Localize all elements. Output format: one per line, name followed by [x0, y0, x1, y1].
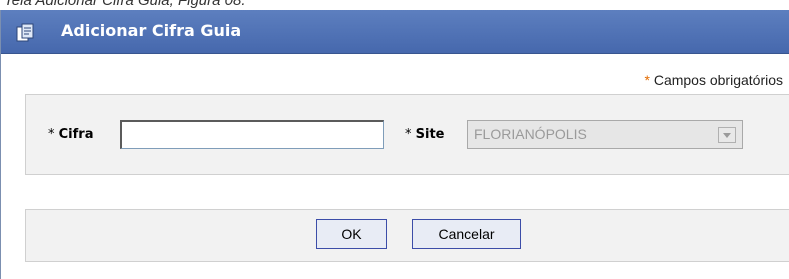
- site-label: * Site: [405, 127, 445, 142]
- required-fields-note: * Campos obrigatórios: [644, 72, 783, 88]
- site-label-text: Site: [415, 127, 445, 142]
- chevron-down-icon[interactable]: [718, 127, 736, 143]
- cifra-label: * Cifra: [48, 127, 93, 142]
- caption-text: Tela Adicionar Cifra Guia, Figura 08.: [4, 0, 246, 9]
- cifra-required-star: *: [48, 127, 55, 142]
- required-fields-text: Campos obrigatórios: [653, 72, 783, 88]
- cifra-label-text: Cifra: [58, 127, 94, 142]
- cancel-button[interactable]: Cancelar: [412, 219, 521, 249]
- site-selected-value: FLORIANÓPOLIS: [474, 126, 587, 142]
- site-select[interactable]: FLORIANÓPOLIS: [467, 120, 743, 149]
- dialog-titlebar: Adicionar Cifra Guia: [1, 10, 789, 54]
- required-star: *: [644, 72, 650, 88]
- dialog-title: Adicionar Cifra Guia: [61, 21, 242, 40]
- site-required-star: *: [405, 127, 412, 142]
- ok-button[interactable]: OK: [316, 219, 387, 249]
- document-icon: [16, 23, 34, 42]
- cifra-input[interactable]: [120, 120, 384, 149]
- figure-caption: Tela Adicionar Cifra Guia, Figura 08.: [0, 0, 789, 10]
- actions-panel: [25, 209, 789, 262]
